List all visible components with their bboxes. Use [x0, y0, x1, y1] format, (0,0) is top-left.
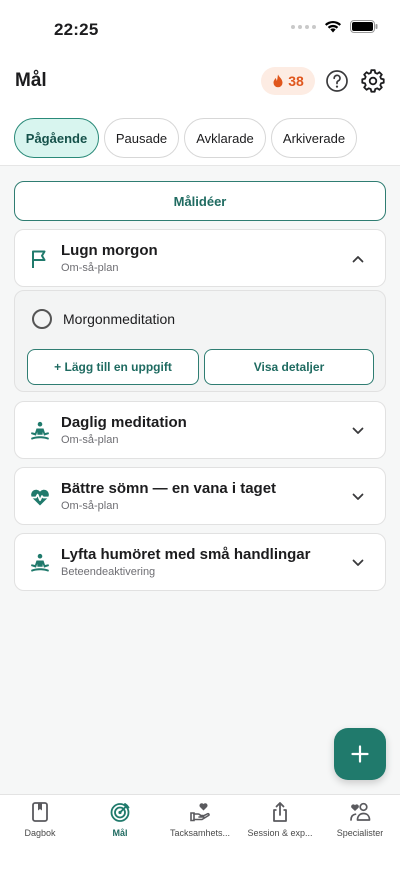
- chevron-down-icon[interactable]: [351, 556, 365, 570]
- header: Mål 38: [0, 58, 400, 108]
- goal-subtitle: Om-så-plan: [61, 500, 119, 512]
- status-icons: [291, 20, 378, 33]
- goal-card[interactable]: Bättre sömn — en vana i taget Om-så-plan: [14, 467, 386, 525]
- show-details-button[interactable]: Visa detaljer: [204, 349, 374, 385]
- goal-ideas-button[interactable]: Målidéer: [14, 181, 386, 221]
- tabbar-label: Mål: [112, 828, 128, 838]
- gear-icon[interactable]: [361, 69, 385, 93]
- hand-heart-icon: [190, 803, 210, 822]
- flame-icon: [273, 74, 283, 88]
- top-area: 22:25 Mål 38 Pågående Pausade Avklarade …: [0, 0, 400, 166]
- tabbar-item-tacksamhet[interactable]: Tacksamhets...: [160, 801, 240, 838]
- help-icon[interactable]: [325, 69, 349, 93]
- goal-title: Lyfta humöret med små handlingar: [61, 546, 311, 563]
- tabbar-item-mal[interactable]: Mål: [80, 801, 160, 838]
- tabbar-label: Tacksamhets...: [169, 828, 231, 838]
- signal-dots-icon: [291, 24, 316, 29]
- goal-title: Lugn morgon: [61, 242, 158, 259]
- goal-subtitle: Om-så-plan: [61, 434, 119, 446]
- plus-icon: [351, 745, 369, 763]
- goal-card[interactable]: Lugn morgon Om-så-plan: [14, 229, 386, 287]
- goal-title: Daglig meditation: [61, 414, 187, 431]
- bottom-tab-bar: Dagbok Mål Tacksamhets... Session & exp.…: [0, 794, 400, 869]
- tab-avklarade[interactable]: Avklarade: [184, 118, 266, 158]
- goal-subtitle: Om-så-plan: [61, 262, 119, 274]
- wifi-icon: [325, 20, 341, 33]
- tabbar-label: Specialister: [336, 828, 384, 838]
- chevron-down-icon[interactable]: [351, 490, 365, 504]
- chevron-down-icon[interactable]: [351, 424, 365, 438]
- tabbar-label: Session & exp...: [247, 828, 313, 838]
- goal-subtitle: Beteendeaktivering: [61, 566, 156, 578]
- share-icon: [273, 802, 287, 822]
- add-task-button[interactable]: + Lägg till en uppgift: [27, 349, 199, 385]
- target-icon: [110, 803, 130, 822]
- people-heart-icon: [350, 802, 371, 821]
- add-goal-button[interactable]: [334, 728, 386, 780]
- page-title: Mål: [15, 70, 47, 91]
- streak-count: 38: [288, 73, 304, 89]
- tab-pausade[interactable]: Pausade: [104, 118, 179, 158]
- goal-card[interactable]: Daglig meditation Om-så-plan: [14, 401, 386, 459]
- task-label: Morgonmeditation: [63, 311, 176, 327]
- tabbar-item-dagbok[interactable]: Dagbok: [0, 801, 80, 838]
- task-checkbox[interactable]: [32, 309, 52, 329]
- streak-badge[interactable]: 38: [261, 67, 315, 95]
- tab-pagaende[interactable]: Pågående: [14, 118, 99, 158]
- tabbar-item-specialister[interactable]: Specialister: [320, 801, 400, 838]
- goal-title: Bättre sömn — en vana i taget: [61, 480, 277, 497]
- goal-card[interactable]: Lyfta humöret med små handlingar Beteend…: [14, 533, 386, 591]
- status-time: 22:25: [54, 20, 99, 39]
- book-icon: [32, 802, 48, 822]
- heart-pulse-icon: [29, 489, 51, 506]
- tab-arkiverade[interactable]: Arkiverade: [271, 118, 357, 158]
- goal-tasks-panel: Morgonmeditation + Lägg till en uppgift …: [14, 290, 386, 392]
- battery-icon: [350, 20, 378, 33]
- flag-icon: [32, 250, 46, 268]
- chevron-up-icon[interactable]: [351, 252, 365, 266]
- meditation-icon: [31, 421, 49, 440]
- tabbar-label: Dagbok: [24, 828, 56, 838]
- status-tabs: Pågående Pausade Avklarade Arkiverade: [0, 108, 400, 166]
- status-bar: 22:25: [0, 0, 400, 58]
- tabbar-item-session[interactable]: Session & exp...: [240, 801, 320, 838]
- meditation-icon: [31, 553, 49, 572]
